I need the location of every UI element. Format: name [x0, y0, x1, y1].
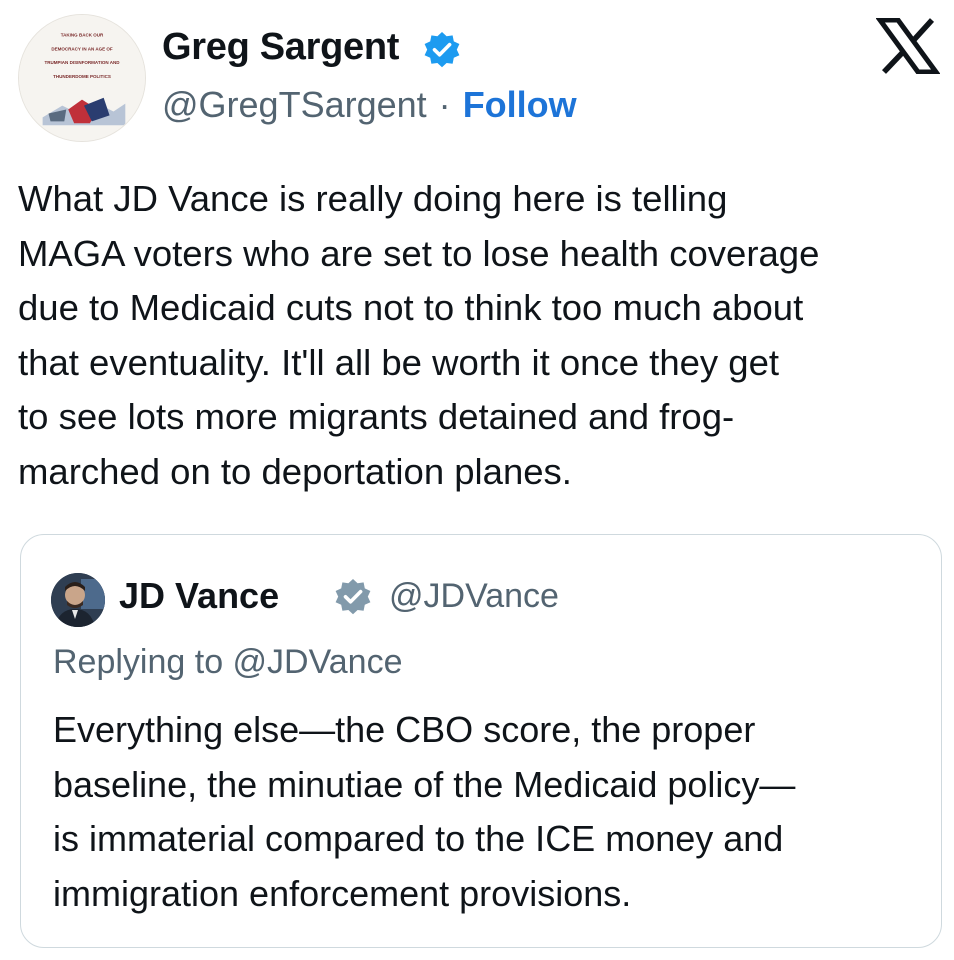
post-text-line: What JD Vance is really doing here is te… [18, 178, 728, 219]
post-text: What JD Vance is really doing here is te… [18, 172, 938, 500]
quoted-author-name[interactable]: JD Vance [119, 575, 279, 617]
verified-badge-icon [422, 30, 462, 70]
post-text-line: that eventuality. It'll all be worth it … [18, 341, 780, 383]
follow-button[interactable]: Follow [463, 84, 577, 125]
author-avatar[interactable]: TAKING BACK OUR DEMOCRACY IN AN AGE OF T… [18, 14, 146, 142]
post-text-line: MAGA voters who are set to lose health c… [18, 232, 820, 274]
author-name[interactable]: Greg Sargent [162, 26, 399, 69]
separator-dot: · [438, 84, 451, 125]
book-cover-avatar-image: TAKING BACK OUR DEMOCRACY IN AN AGE OF T… [19, 15, 145, 141]
author-handle-row: @GregTSargent · Follow [162, 84, 577, 126]
svg-text:TRUMPIAN DISINFORMATION AND: TRUMPIAN DISINFORMATION AND [44, 60, 120, 65]
quoted-text-line: Everything else—the CBO score, the prope… [53, 709, 756, 750]
quoted-text-line: immigration enforcement provisions. [53, 872, 632, 914]
x-logo-icon[interactable] [876, 18, 940, 74]
svg-text:THUNDERDOME POLITICS: THUNDERDOME POLITICS [53, 74, 111, 79]
svg-text:DEMOCRACY IN AN AGE OF: DEMOCRACY IN AN AGE OF [51, 46, 113, 51]
quoted-text-line: baseline, the minutiae of the Medicaid p… [53, 763, 796, 805]
post-header: TAKING BACK OUR DEMOCRACY IN AN AGE OF T… [0, 0, 954, 150]
post-text-line: to see lots more migrants detained and f… [18, 396, 735, 438]
quoted-text-line: is immaterial compared to the ICE money … [53, 818, 784, 860]
quoted-author-handle[interactable]: @JDVance [389, 577, 559, 616]
quoted-post-text: Everything else—the CBO score, the prope… [53, 703, 933, 921]
replying-to-label: Replying to @JDVance [53, 643, 403, 681]
quoted-author-avatar[interactable] [51, 573, 105, 627]
svg-text:TAKING BACK OUR: TAKING BACK OUR [61, 33, 104, 38]
post-text-line: due to Medicaid cuts not to think too mu… [18, 287, 804, 329]
post-text-line: marched on to deportation planes. [18, 450, 572, 492]
author-handle[interactable]: @GregTSargent [162, 84, 427, 125]
quoted-post-card[interactable]: JD Vance @JDVance Replying to @JDVance E… [20, 534, 942, 948]
verified-badge-icon [333, 577, 373, 617]
